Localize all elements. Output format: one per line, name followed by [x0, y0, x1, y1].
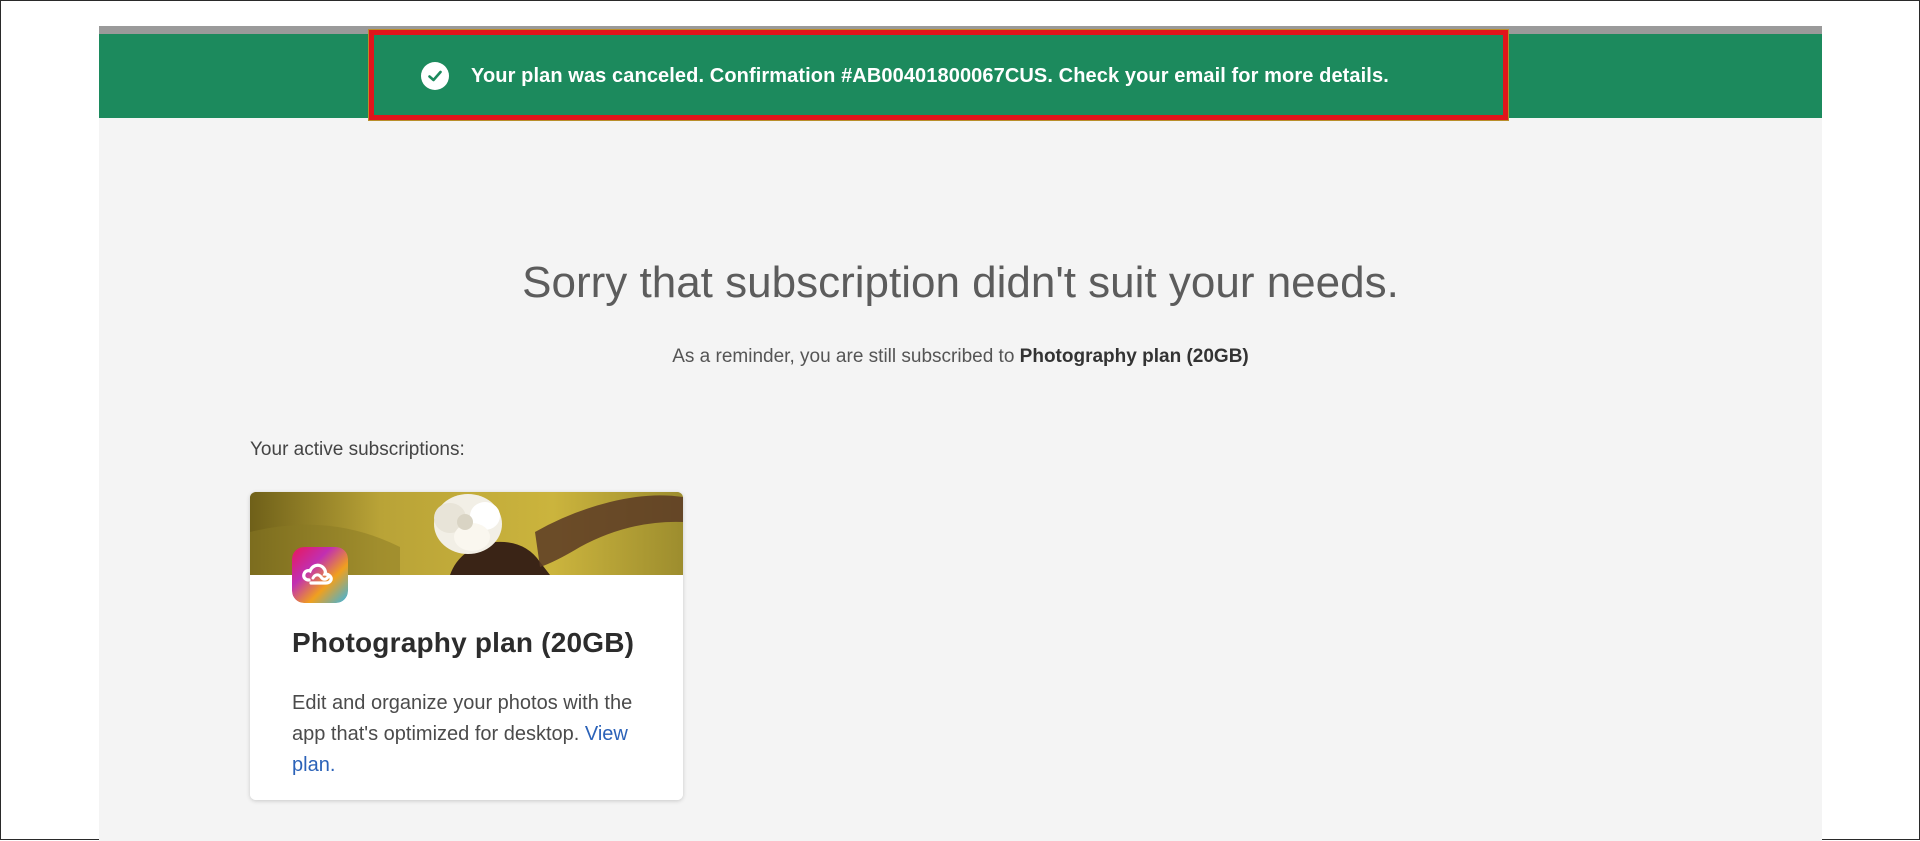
card-description-text: Edit and organize your photos with the a… [292, 692, 633, 745]
page-content: Your plan was canceled. Confirmation #AB… [99, 26, 1822, 841]
reminder-plan-name: Photography plan (20GB) [1019, 346, 1249, 367]
creative-cloud-icon [292, 547, 348, 603]
subscription-card[interactable]: Photography plan (20GB) Edit and organiz… [250, 492, 683, 800]
check-circle-icon [421, 62, 449, 90]
page-headline: Sorry that subscription didn't suit your… [522, 258, 1399, 307]
notification-content: Your plan was canceled. Confirmation #AB… [421, 34, 1389, 118]
card-description: Edit and organize your photos with the a… [292, 688, 662, 781]
notification-message: Your plan was canceled. Confirmation #AB… [471, 64, 1389, 87]
reminder-prefix: As a reminder, you are still subscribed … [672, 346, 1020, 367]
active-subscriptions-label: Your active subscriptions: [250, 439, 465, 460]
card-title: Photography plan (20GB) [292, 627, 635, 658]
reminder-text: As a reminder, you are still subscribed … [99, 346, 1822, 368]
screen-frame: Your plan was canceled. Confirmation #AB… [0, 0, 1920, 841]
